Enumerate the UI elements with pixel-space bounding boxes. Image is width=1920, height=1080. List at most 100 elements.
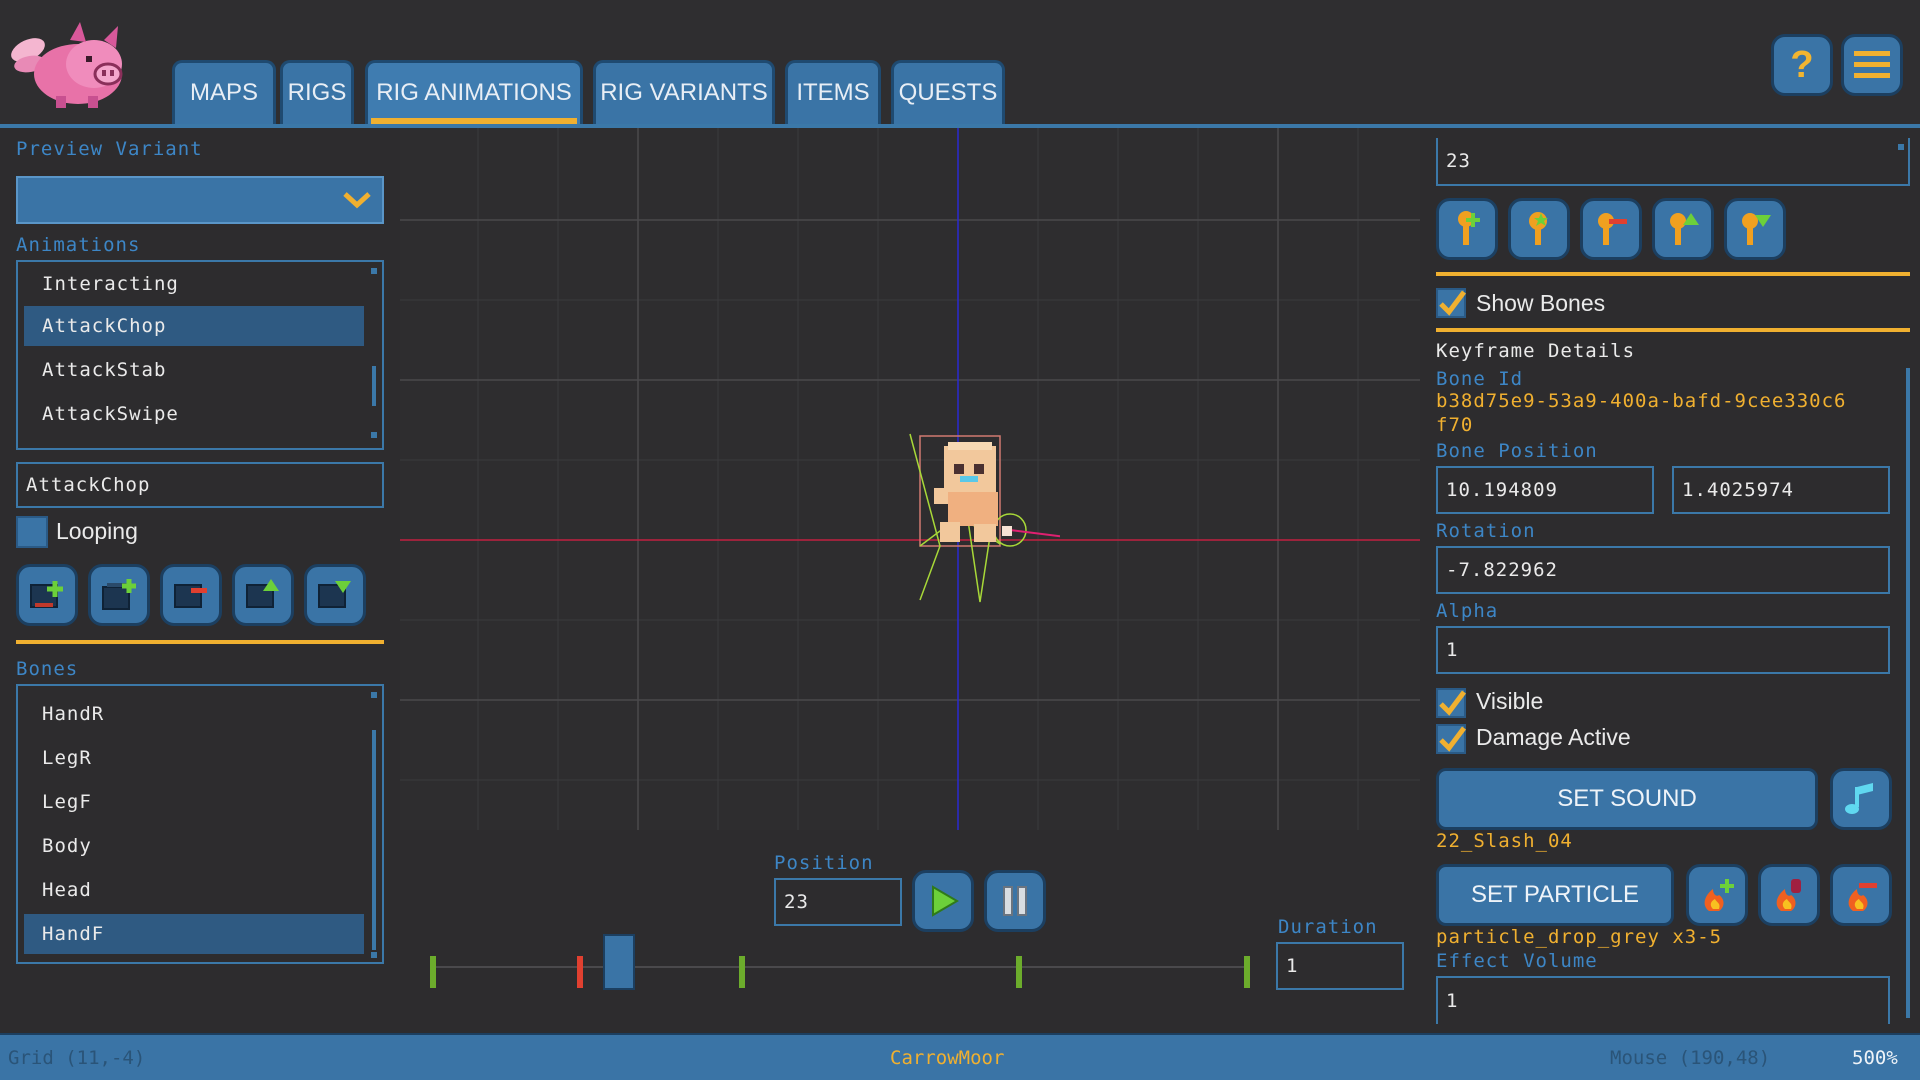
bone-star-button[interactable]: [1508, 198, 1570, 260]
bone-remove-button[interactable]: [1580, 198, 1642, 260]
remove-frame-button[interactable]: [160, 564, 222, 626]
preview-variant-label: Preview Variant: [16, 138, 203, 160]
timeline-track[interactable]: [430, 934, 1250, 1002]
add-frame-button[interactable]: [16, 564, 78, 626]
scroll-up-marker: [371, 268, 377, 274]
bone-down-button[interactable]: [1724, 198, 1786, 260]
looping-checkbox[interactable]: [16, 516, 48, 548]
add-key-button[interactable]: [1436, 198, 1498, 260]
keyframe-marker[interactable]: [1244, 956, 1250, 988]
scroll-down-marker: [371, 432, 377, 438]
damage-active-label: Damage Active: [1476, 724, 1631, 750]
show-bones-label: Show Bones: [1476, 290, 1606, 316]
tab-quests[interactable]: QUESTS: [891, 60, 1005, 124]
left-panel: Preview Variant Animations Interacting A…: [0, 128, 400, 1033]
keyframe-marker[interactable]: [1016, 956, 1022, 988]
divider: [16, 640, 384, 644]
hamburger-icon: [1854, 51, 1890, 78]
move-frame-down-button[interactable]: [304, 564, 366, 626]
tab-label: MAPS: [189, 78, 258, 106]
effect-volume-label: Effect Volume: [1436, 950, 1598, 972]
effect-volume-input[interactable]: 1: [1436, 976, 1890, 1024]
play-button[interactable]: [912, 870, 974, 932]
particle-bomb-button[interactable]: [1758, 864, 1820, 926]
show-bones-checkbox[interactable]: [1436, 288, 1466, 318]
tab-maps[interactable]: MAPS: [172, 60, 276, 124]
pig-logo-icon: [11, 22, 123, 108]
play-sound-button[interactable]: [1830, 768, 1892, 830]
checkmark-icon: [1439, 290, 1466, 316]
map-name: CarrowMoor: [890, 1047, 1005, 1069]
menu-button[interactable]: [1841, 34, 1903, 96]
position-input[interactable]: 23: [774, 878, 902, 926]
animation-name-input[interactable]: AttackChop: [16, 462, 384, 508]
animations-label: Animations: [16, 234, 141, 256]
preview-variant-dropdown[interactable]: [16, 176, 384, 224]
list-item[interactable]: AttackChop: [24, 306, 364, 346]
tab-items[interactable]: ITEMS: [785, 60, 881, 124]
set-sound-label: SET SOUND: [1557, 785, 1697, 812]
add-particle-button[interactable]: [1686, 864, 1748, 926]
set-particle-label: SET PARTICLE: [1470, 881, 1640, 908]
rig-preview-viewport[interactable]: [400, 128, 1420, 830]
tab-rig-animations[interactable]: RIG ANIMATIONS: [365, 60, 583, 124]
set-particle-button[interactable]: SET PARTICLE: [1436, 864, 1674, 926]
damage-active-checkbox[interactable]: [1436, 724, 1466, 754]
rotation-input[interactable]: -7.822962: [1436, 546, 1890, 594]
pause-icon: [1003, 886, 1027, 916]
list-item[interactable]: HandR: [24, 694, 364, 734]
keyframe-marker[interactable]: [430, 956, 436, 988]
list-item[interactable]: LegR: [24, 738, 364, 778]
animations-list[interactable]: Interacting AttackChop AttackStab Attack…: [16, 260, 384, 450]
bone-id-value-cont: f70: [1436, 414, 1474, 436]
frame-add-icon: [30, 581, 63, 608]
duration-label: Duration: [1278, 916, 1378, 938]
list-item[interactable]: AttackStab: [24, 350, 364, 390]
visible-label: Visible: [1476, 688, 1544, 714]
tab-label: RIG ANIMATIONS: [376, 78, 572, 106]
tab-label: ITEMS: [796, 78, 870, 106]
pause-button[interactable]: [984, 870, 1046, 932]
keyframe-details-heading: Keyframe Details: [1436, 340, 1636, 362]
list-item[interactable]: Head: [24, 870, 364, 910]
list-item[interactable]: Body: [24, 826, 364, 866]
keyframe-marker[interactable]: [739, 956, 745, 988]
bone-up-button[interactable]: [1652, 198, 1714, 260]
bone-position-x-input[interactable]: 10.194809: [1436, 466, 1654, 514]
right-panel-scrollbar[interactable]: [1906, 368, 1910, 1018]
insert-frame-button[interactable]: [88, 564, 150, 626]
duration-input[interactable]: 1: [1276, 942, 1404, 990]
help-button[interactable]: ?: [1771, 34, 1833, 96]
tab-rig-variants[interactable]: RIG VARIANTS: [593, 60, 775, 124]
list-item[interactable]: AttackSwipe: [24, 394, 364, 434]
list-item[interactable]: Interacting: [24, 264, 364, 304]
rotation-label: Rotation: [1436, 520, 1536, 542]
keyframe-marker[interactable]: [577, 956, 583, 988]
frame-remove-icon: [174, 584, 207, 608]
checkmark-icon: [1439, 726, 1466, 752]
timeline-panel: Position 23 Duration 1: [400, 830, 1420, 1033]
set-sound-button[interactable]: SET SOUND: [1436, 768, 1818, 830]
frame-field[interactable]: 23: [1436, 138, 1910, 186]
tab-rigs[interactable]: RIGS: [280, 60, 354, 124]
sound-name: 22_Slash_04: [1436, 830, 1573, 852]
character-sprite: [909, 433, 1060, 603]
alpha-input[interactable]: 1: [1436, 626, 1890, 674]
list-item[interactable]: HandF: [24, 914, 364, 954]
visible-checkbox[interactable]: [1436, 688, 1466, 718]
bone-position-y-input[interactable]: 1.4025974: [1672, 466, 1890, 514]
timeline-rail: [430, 966, 1250, 968]
frame-insert-icon: [102, 579, 136, 610]
scrollbar[interactable]: [372, 366, 376, 406]
bones-list[interactable]: HandR LegR LegF Body Head HandF: [16, 684, 384, 964]
remove-particle-button[interactable]: [1830, 864, 1892, 926]
tab-label: RIG VARIANTS: [600, 78, 768, 106]
right-panel: 23 Show Bones Keyframe Details Bone Id b…: [1420, 128, 1920, 1033]
list-item[interactable]: LegF: [24, 782, 364, 822]
bone-position-label: Bone Position: [1436, 440, 1598, 462]
checkmark-icon: [1439, 690, 1466, 716]
bone-id-label: Bone Id: [1436, 368, 1524, 390]
move-frame-up-button[interactable]: [232, 564, 294, 626]
scrollbar[interactable]: [372, 730, 376, 950]
timeline-cursor[interactable]: [603, 934, 635, 990]
